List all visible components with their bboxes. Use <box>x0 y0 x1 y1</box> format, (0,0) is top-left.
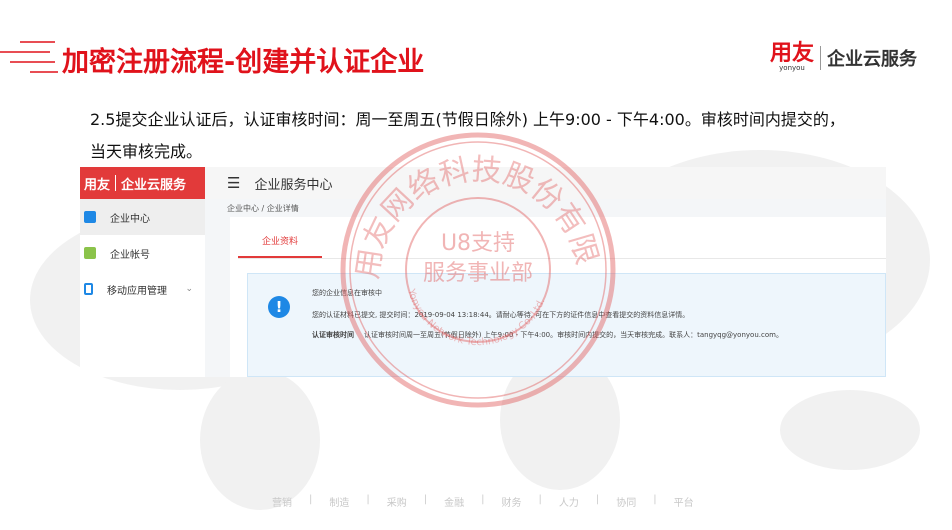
review-time-text: 认证审核时间周一至周五(节假日除外) 上午9:00 - 下午4:00。审核时间内… <box>364 331 783 339</box>
sidebar-item-mobile-apps[interactable]: 移动应用管理 ⌄ <box>80 271 205 307</box>
nav-label: 企业帐号 <box>110 249 150 261</box>
sidebar-item-enterprise-account[interactable]: 企业帐号 <box>80 235 205 271</box>
footer-item: 营销 <box>272 498 292 509</box>
info-icon: ! <box>268 296 290 318</box>
description: 2.5提交企业认证后，认证审核时间：周一至周五(节假日除外) 上午9:00 - … <box>90 110 845 161</box>
footer-item: 金融 <box>444 498 465 509</box>
review-status-alert: ! 您的企业信息在审核中 您的认证材料已提交, 提交时间：2019-09-04 … <box>247 273 886 377</box>
status-line: 您的企业信息在审核中 <box>312 289 382 297</box>
sidebar: 用友 企业云服务 企业中心 企业帐号 移动应用管理 ⌄ <box>80 167 205 377</box>
account-icon <box>84 247 96 259</box>
nav-label: 企业中心 <box>110 213 150 225</box>
mobile-icon <box>84 283 93 295</box>
logo-text: 企业云服务 <box>827 49 918 70</box>
yonyou-logo: 用友 yonyou 企业云服务 <box>770 41 918 73</box>
breadcrumb: 企业中心 / 企业详情 <box>227 204 299 213</box>
footer-item: 采购 <box>386 498 407 509</box>
footer-item: 协同 <box>616 498 637 509</box>
header-decoration <box>0 41 58 73</box>
app-logo: 用友 企业云服务 <box>80 167 205 199</box>
breadcrumb-link[interactable]: 企业中心 <box>227 204 259 213</box>
topbar-title: 企业服务中心 <box>254 177 333 193</box>
footer-item: 制造 <box>329 498 350 509</box>
sidebar-item-enterprise-center[interactable]: 企业中心 <box>80 199 205 235</box>
review-time-label: 认证审核时间 <box>312 331 354 339</box>
embedded-screenshot: 用友 企业云服务 企业中心 企业帐号 移动应用管理 ⌄ ☰ 企业服务中心 企业中心 /… <box>80 167 886 377</box>
footer-item: 财务 <box>501 498 522 509</box>
nav-label: 移动应用管理 <box>107 285 167 297</box>
footer-item: 人力 <box>558 498 579 509</box>
breadcrumb-current: 企业详情 <box>266 204 299 213</box>
footer-item: 平台 <box>673 498 694 509</box>
logo-mark: 用友 <box>770 41 815 66</box>
tab-enterprise-info[interactable]: 企业资料 <box>238 234 322 258</box>
chevron-down-icon: ⌄ <box>185 284 193 294</box>
topbar: ☰ 企业服务中心 <box>205 167 886 199</box>
footer-nav: 营销 | 制造 | 采购 | 金融 | 财务 | 人力 | 协同 | 平台 <box>272 494 694 509</box>
page-title: 加密注册流程-创建并认证企业 <box>62 47 425 78</box>
menu-icon[interactable]: ☰ <box>227 174 240 192</box>
submit-line: 您的认证材料已提交, 提交时间：2019-09-04 13:18:44。请耐心等… <box>312 311 690 319</box>
building-icon <box>84 211 96 223</box>
content-panel: 企业资料 ! 您的企业信息在审核中 您的认证材料已提交, 提交时间：2019-0… <box>230 217 886 377</box>
